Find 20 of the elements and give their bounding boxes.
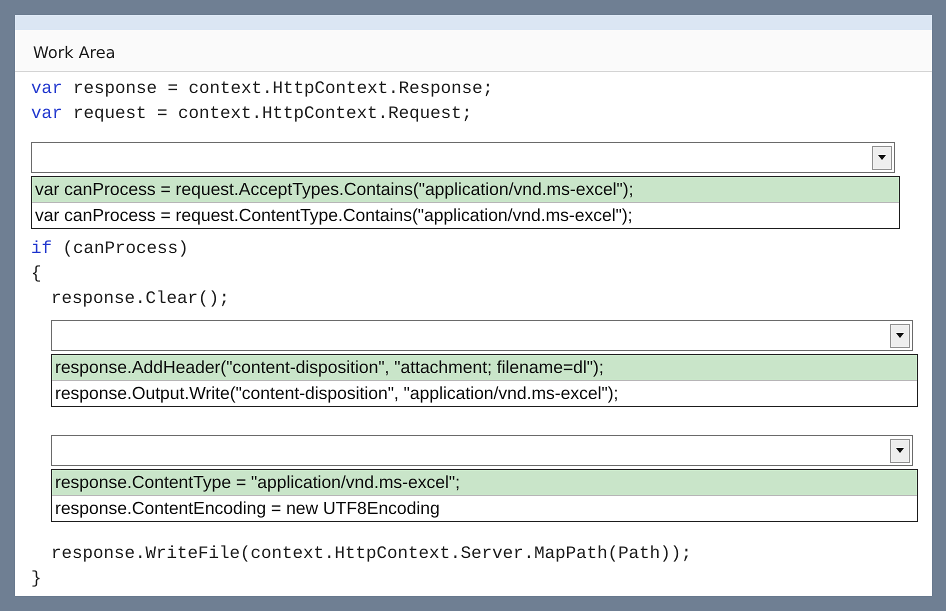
code-line: var request = context.HttpContext.Request; [31,103,472,126]
dropdown-field[interactable] [51,435,913,466]
dropdown-arrow-icon[interactable] [896,333,904,338]
dropdown-option[interactable]: response.Output.Write("content-disposition", "application/vnd.ms-excel"); [52,380,917,406]
code-line: { [31,263,42,286]
dropdown-option[interactable]: var canProcess = request.AcceptTypes.Contains("application/vnd.ms-excel"); [32,177,899,202]
dropdown-option[interactable]: response.ContentEncoding = new UTF8Encoding [52,495,917,521]
code-line: var response = context.HttpContext.Response; [31,78,494,101]
code-line: response.Clear(); [51,288,230,311]
dropdown-field[interactable] [51,320,913,351]
code-line: response.WriteFile(context.HttpContext.Server.MapPath(Path)); [51,543,692,566]
dropdown-option[interactable]: response.ContentType = "application/vnd.ms-excel"; [52,470,917,495]
dropdown-arrow-icon[interactable] [896,448,904,453]
dropdown-option[interactable]: response.AddHeader("content-disposition", "attachment; filename=dl"); [52,355,917,380]
panel-title: Work Area [33,43,116,62]
code-line: if (canProcess) [31,238,189,261]
code-line: } [31,568,42,591]
dropdown-field[interactable] [31,142,895,173]
dropdown-arrow-icon[interactable] [878,155,886,160]
dropdown-option[interactable]: var canProcess = request.ContentType.Contains("application/vnd.ms-excel"); [32,202,899,228]
